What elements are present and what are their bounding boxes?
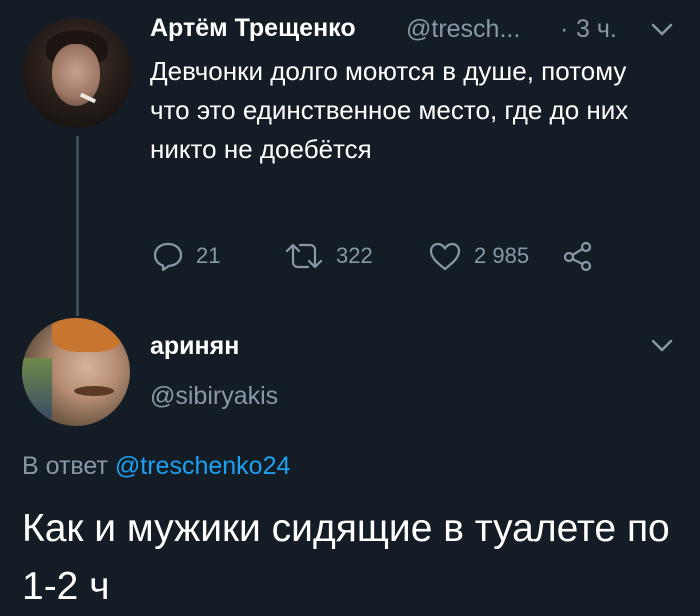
reply-author-name[interactable]: аринян bbox=[150, 332, 239, 361]
retweet-icon bbox=[285, 243, 323, 269]
reply-count: 21 bbox=[196, 243, 221, 268]
retweet-count: 322 bbox=[336, 243, 373, 268]
share-icon bbox=[563, 241, 592, 272]
in-reply-prefix: В ответ bbox=[22, 452, 108, 480]
thread-line bbox=[76, 136, 79, 316]
reply-author-avatar[interactable] bbox=[22, 318, 130, 426]
in-reply-mention-link[interactable]: @treschenko24 bbox=[115, 452, 290, 480]
tweet-text: Девчонки долго моются в душе, потому что… bbox=[150, 56, 629, 164]
reply-text: Как и мужики сидящие в туалете по 1-2 ч bbox=[22, 507, 670, 608]
reply-bubble-icon bbox=[153, 242, 183, 271]
chevron-down-icon[interactable] bbox=[650, 22, 674, 38]
avatar-face bbox=[52, 44, 100, 106]
tweet-author-name[interactable]: Артём Трещенко bbox=[150, 14, 356, 43]
share-button[interactable] bbox=[562, 238, 594, 274]
chevron-down-icon[interactable] bbox=[650, 338, 674, 354]
time-separator: · bbox=[560, 15, 569, 43]
reply-author-handle[interactable]: @sibiryakis bbox=[150, 382, 278, 411]
in-reply-to: В ответ @treschenko24 bbox=[22, 452, 290, 481]
like-button[interactable]: 2 985 bbox=[428, 238, 529, 274]
tweet-author-handle[interactable]: @tresch... bbox=[406, 15, 520, 44]
tweet-timestamp[interactable]: 3 ч. bbox=[576, 15, 617, 44]
avatar-mustache bbox=[74, 386, 114, 396]
retweet-button[interactable]: 322 bbox=[284, 238, 373, 274]
avatar-hat bbox=[52, 318, 122, 352]
author-avatar[interactable] bbox=[22, 18, 132, 128]
avatar-background bbox=[22, 358, 52, 418]
heart-icon bbox=[429, 242, 461, 271]
reply-button[interactable]: 21 bbox=[152, 238, 220, 274]
like-count: 2 985 bbox=[474, 243, 530, 268]
